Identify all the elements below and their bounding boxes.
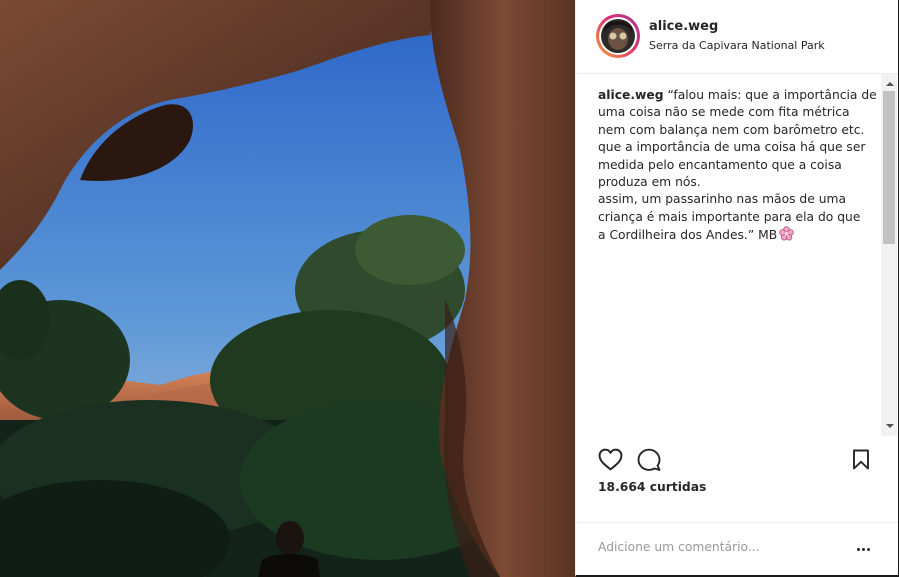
caption-line: nem com balança nem com barômetro etc.: [598, 122, 865, 137]
caption-line: produza em nós.: [598, 175, 701, 190]
likes-count[interactable]: 18.664 curtidas: [598, 480, 706, 494]
ellipsis-icon[interactable]: [857, 548, 873, 552]
caption-line: assim, um passarinho nas mãos de uma: [598, 192, 847, 207]
caption-line: que a importância de uma coisa há que se…: [598, 140, 866, 155]
post-username[interactable]: alice.weg: [649, 19, 718, 34]
like-button[interactable]: [598, 448, 623, 475]
bookmark-outline-icon: [853, 449, 869, 470]
story-ring[interactable]: [596, 14, 640, 58]
caption-line: alice.weg “falou mais: que a importância…: [598, 88, 877, 102]
caption-scrollbar[interactable]: [881, 74, 897, 436]
caption-scroll-area[interactable]: alice.weg “falou mais: que a importância…: [576, 74, 882, 436]
comment-bar: Adicione um comentário...: [576, 522, 898, 576]
caption-username[interactable]: alice.weg: [598, 88, 664, 102]
cave-landscape-image: [0, 0, 575, 577]
avatar[interactable]: [599, 17, 637, 55]
comment-input[interactable]: Adicione um comentário...: [598, 540, 760, 554]
avatar-photo: [601, 19, 635, 53]
post-caption: alice.weg “falou mais: que a importância…: [598, 87, 877, 245]
comment-button[interactable]: [637, 448, 661, 475]
caption-line: uma coisa não se mede com fita métrica: [598, 105, 850, 120]
caption-line: a Cordilheira dos Andes.” MB: [598, 226, 866, 244]
scrollbar-thumb[interactable]: [883, 91, 895, 244]
post-photo[interactable]: [0, 0, 575, 577]
heart-outline-icon: [598, 448, 623, 471]
post-side-panel: alice.weg Serra da Capivara National Par…: [575, 0, 899, 577]
caption-line: criança é mais importante para ela do qu…: [598, 209, 861, 224]
scroll-up-arrow-icon[interactable]: [886, 82, 894, 86]
caption-line: medida pelo encantamento que a coisa: [598, 157, 842, 172]
cherry-blossom-icon: [779, 226, 794, 241]
post-header: alice.weg Serra da Capivara National Par…: [576, 0, 898, 74]
scroll-down-arrow-icon[interactable]: [886, 424, 894, 428]
speech-bubble-icon: [637, 448, 661, 471]
save-button[interactable]: [852, 449, 870, 474]
post-location[interactable]: Serra da Capivara National Park: [649, 39, 825, 52]
